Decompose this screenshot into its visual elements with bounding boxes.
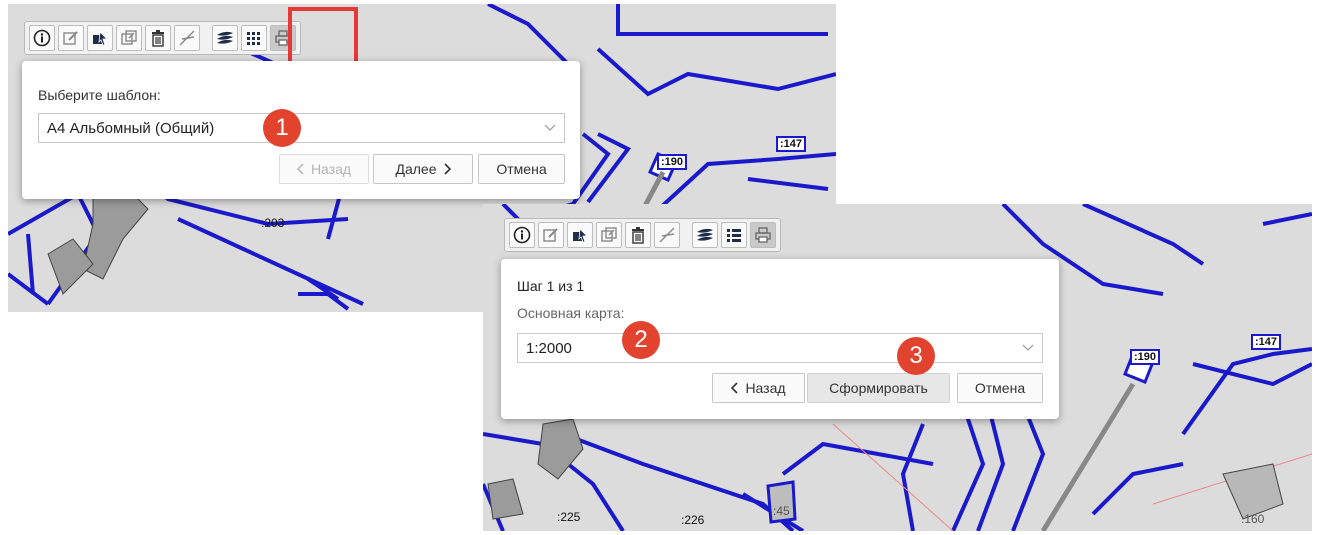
export-button[interactable] xyxy=(596,222,622,248)
template-select-value: А4 Альбомный (Общий) xyxy=(47,119,215,137)
layers-button[interactable] xyxy=(692,222,718,248)
next-button[interactable]: Далее xyxy=(373,154,473,184)
select-object-icon xyxy=(573,228,588,243)
print-template-dialog: Выберите шаблон: А4 Альбомный (Общий) На… xyxy=(22,61,580,199)
chevron-left-icon xyxy=(731,382,739,394)
map-screenshot-step-2: :190 :147 :225 :226 :45 :160 Шаг 1 из 1 … xyxy=(483,204,1312,531)
layers-icon xyxy=(217,31,233,44)
chevron-right-icon xyxy=(443,163,451,175)
list-button[interactable] xyxy=(241,25,267,51)
print-icon xyxy=(755,227,771,243)
list-button[interactable] xyxy=(721,222,747,248)
list-icon xyxy=(727,229,741,242)
info-icon xyxy=(33,29,51,47)
export-icon xyxy=(121,30,137,45)
info-button[interactable] xyxy=(29,25,55,51)
map-label-190: :190 xyxy=(657,154,688,170)
layers-icon xyxy=(697,228,713,241)
export-icon xyxy=(601,227,617,242)
edit-icon xyxy=(63,31,78,45)
back-button[interactable]: Назад xyxy=(712,373,805,403)
delete-button[interactable] xyxy=(145,25,171,51)
cancel-button[interactable]: Отмена xyxy=(957,373,1043,403)
edit-icon xyxy=(543,228,558,242)
map-toolbar xyxy=(504,218,781,252)
list-icon xyxy=(247,32,260,45)
select-object-button[interactable] xyxy=(87,25,113,51)
scale-select-value: 1:2000 xyxy=(526,339,572,357)
map-label-147: :147 xyxy=(776,136,807,152)
trash-icon xyxy=(152,30,164,47)
map-toolbar xyxy=(24,21,301,55)
map-label-203: :203 xyxy=(261,216,285,230)
back-button[interactable]: Назад xyxy=(279,154,369,184)
chevron-left-icon xyxy=(296,163,304,175)
delete-button[interactable] xyxy=(625,222,651,248)
generate-button[interactable]: Сформировать xyxy=(807,373,950,403)
chevron-down-icon xyxy=(544,124,556,131)
edit-button[interactable] xyxy=(538,222,564,248)
map-label-225: :225 xyxy=(557,510,581,524)
measure-icon xyxy=(659,227,675,243)
trash-icon xyxy=(632,227,644,244)
step-text: Шаг 1 из 1 xyxy=(517,278,585,294)
step-badge-2: 2 xyxy=(622,321,660,359)
map-label-190: :190 xyxy=(1130,349,1161,365)
export-button[interactable] xyxy=(116,25,142,51)
chevron-down-icon xyxy=(1022,344,1034,351)
info-button[interactable] xyxy=(509,222,535,248)
info-icon xyxy=(513,226,531,244)
edit-button[interactable] xyxy=(58,25,84,51)
measure-button[interactable] xyxy=(174,25,200,51)
map-label-45: :45 xyxy=(773,504,790,518)
layers-button[interactable] xyxy=(212,25,238,51)
measure-button[interactable] xyxy=(654,222,680,248)
print-button[interactable] xyxy=(750,222,776,248)
step-badge-1: 1 xyxy=(263,109,301,147)
template-select[interactable]: А4 Альбомный (Общий) xyxy=(38,113,565,143)
cancel-button[interactable]: Отмена xyxy=(478,154,565,184)
map-label-226: :226 xyxy=(681,513,705,527)
scale-select[interactable]: 1:2000 xyxy=(517,333,1043,363)
template-label: Выберите шаблон: xyxy=(38,87,161,103)
measure-icon xyxy=(179,30,195,46)
map-label-160: :160 xyxy=(1241,512,1265,526)
print-settings-dialog: Шаг 1 из 1 Основная карта: 1:2000 Назад … xyxy=(501,259,1059,419)
main-map-label: Основная карта: xyxy=(517,305,625,321)
select-object-icon xyxy=(93,31,108,46)
step-badge-3: 3 xyxy=(897,337,935,375)
select-object-button[interactable] xyxy=(567,222,593,248)
map-label-147: :147 xyxy=(1251,334,1282,350)
